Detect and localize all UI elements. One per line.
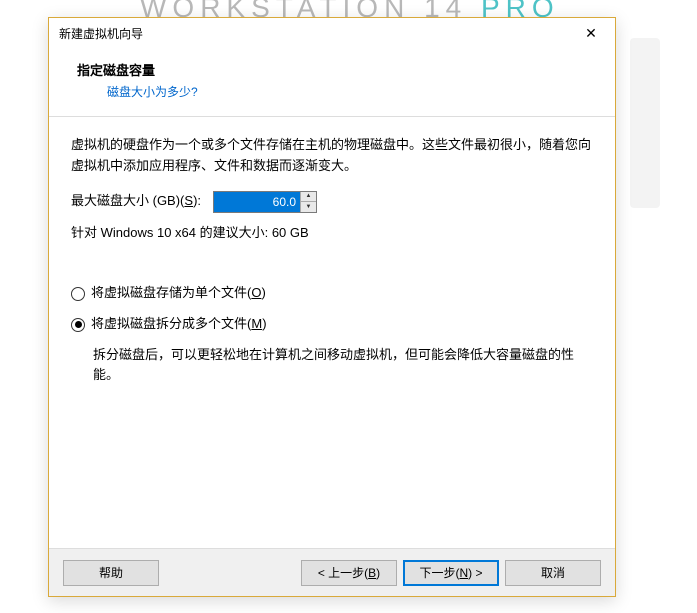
radio-single-file-label: 将虚拟磁盘存储为单个文件(O) [91, 283, 266, 304]
background-panel [630, 38, 660, 208]
close-button[interactable]: ✕ [577, 22, 605, 44]
radio-icon [71, 287, 85, 301]
titlebar: 新建虚拟机向导 ✕ [49, 18, 615, 46]
spinner-buttons: ▲ ▼ [300, 192, 316, 212]
next-button[interactable]: 下一步(N) > [403, 560, 499, 586]
wizard-step-title: 指定磁盘容量 [77, 60, 605, 79]
radio-single-file[interactable]: 将虚拟磁盘存储为单个文件(O) [71, 283, 593, 304]
close-icon: ✕ [585, 25, 597, 42]
max-disk-input[interactable] [214, 192, 300, 212]
recommended-size-text: 针对 Windows 10 x64 的建议大小: 60 GB [71, 223, 593, 244]
max-disk-row: 最大磁盘大小 (GB)(S): ▲ ▼ [71, 191, 593, 213]
spinner-up-button[interactable]: ▲ [301, 192, 316, 203]
radio-split-files-description: 拆分磁盘后，可以更轻松地在计算机之间移动虚拟机，但可能会降低大容量磁盘的性能。 [93, 345, 587, 385]
max-disk-label: 最大磁盘大小 (GB)(S): [71, 191, 201, 212]
wizard-content: 虚拟机的硬盘作为一个或多个文件存储在主机的物理磁盘中。这些文件最初很小，随着您向… [49, 117, 615, 405]
help-button[interactable]: 帮助 [63, 560, 159, 586]
wizard-step-subtitle: 磁盘大小为多少? [77, 83, 605, 100]
spinner-down-button[interactable]: ▼ [301, 202, 316, 212]
radio-icon [71, 318, 85, 332]
wizard-header: 指定磁盘容量 磁盘大小为多少? [49, 46, 615, 117]
dialog-title: 新建虚拟机向导 [59, 25, 143, 42]
back-button[interactable]: < 上一步(B) [301, 560, 397, 586]
intro-text: 虚拟机的硬盘作为一个或多个文件存储在主机的物理磁盘中。这些文件最初很小，随着您向… [71, 135, 593, 177]
radio-checked-icon [75, 321, 82, 328]
max-disk-spinner: ▲ ▼ [213, 191, 317, 213]
wizard-dialog: 新建虚拟机向导 ✕ 指定磁盘容量 磁盘大小为多少? 虚拟机的硬盘作为一个或多个文… [48, 17, 616, 597]
wizard-footer: 帮助 < 上一步(B) 下一步(N) > 取消 [49, 548, 615, 596]
disk-storage-radio-group: 将虚拟磁盘存储为单个文件(O) 将虚拟磁盘拆分成多个文件(M) 拆分磁盘后，可以… [71, 283, 593, 385]
cancel-button[interactable]: 取消 [505, 560, 601, 586]
radio-split-files-label: 将虚拟磁盘拆分成多个文件(M) [91, 314, 267, 335]
radio-split-files[interactable]: 将虚拟磁盘拆分成多个文件(M) [71, 314, 593, 335]
